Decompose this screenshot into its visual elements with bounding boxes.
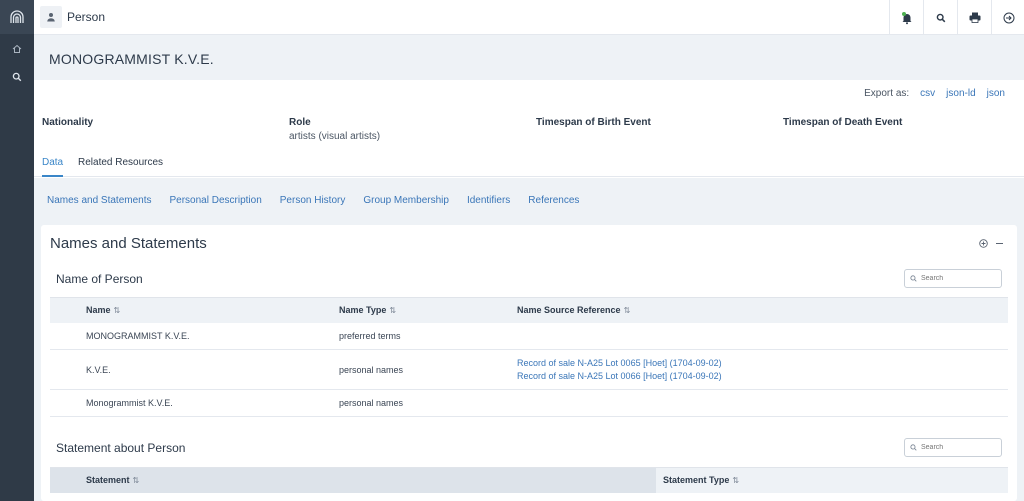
search-icon xyxy=(910,275,917,282)
table-row: MONOGRAMMIST K.V.E. preferred terms xyxy=(50,322,1008,350)
names-table: Name ⇅ Name Type ⇅ Name Source Reference ⇅ … xyxy=(50,297,1008,417)
section-link-group-membership[interactable]: Group Membership xyxy=(363,195,449,206)
section-link-references[interactable]: References xyxy=(528,195,579,206)
person-icon xyxy=(47,13,55,22)
page-title: MONOGRAMMIST K.V.E. xyxy=(49,51,214,67)
col-statement-type[interactable]: Statement Type ⇅ xyxy=(656,467,1008,493)
sign-in-button[interactable] xyxy=(991,0,1024,35)
name-cell: MONOGRAMMIST K.V.E. xyxy=(50,322,303,350)
col-label: Name xyxy=(86,305,111,316)
collapse-button[interactable] xyxy=(993,237,1005,249)
col-label: Name Source Reference xyxy=(517,305,621,316)
name-type-cell: personal names xyxy=(303,389,481,417)
arches-logo-icon xyxy=(10,10,24,23)
search-icon xyxy=(936,13,945,22)
resource-header: MONOGRAMMIST K.V.E. xyxy=(34,35,1024,80)
sort-icon: ⇅ xyxy=(732,476,740,486)
home-nav[interactable] xyxy=(0,40,34,58)
notifications-button[interactable] xyxy=(889,0,923,35)
bell-icon xyxy=(901,11,911,24)
section-link-names-statements[interactable]: Names and Statements xyxy=(47,195,152,206)
left-rail xyxy=(0,0,34,501)
table-row: K.V.E. personal names Record of sale N-A… xyxy=(50,349,1008,390)
field-key: Timespan of Death Event xyxy=(783,117,903,128)
export-jsonld-link[interactable]: json-ld xyxy=(946,88,975,99)
field-nationality: Nationality xyxy=(42,117,93,131)
table-header-row: Name ⇅ Name Type ⇅ Name Source Reference ⇅ xyxy=(50,297,1008,323)
col-name-source-reference[interactable]: Name Source Reference ⇅ xyxy=(481,297,1008,323)
field-birth-timespan: Timespan of Birth Event xyxy=(536,117,651,131)
tab-data[interactable]: Data xyxy=(42,157,64,177)
search-nav[interactable] xyxy=(0,68,34,86)
statements-search-input[interactable] xyxy=(921,444,1001,451)
names-statements-card: Names and Statements Name of Person Sear… xyxy=(41,225,1017,501)
search-icon xyxy=(910,444,917,451)
col-label: Statement Type xyxy=(663,475,730,486)
section-link-identifiers[interactable]: Identifiers xyxy=(467,195,510,206)
expand-button[interactable] xyxy=(977,237,989,249)
source-reference-cell xyxy=(481,389,1008,417)
statement-about-person-title: Statement about Person xyxy=(56,441,186,455)
field-key: Timespan of Birth Event xyxy=(536,117,651,128)
source-reference-cell: Record of sale N-A25 Lot 0065 [Hoet] (17… xyxy=(481,349,1008,390)
col-statement[interactable]: Statement ⇅ xyxy=(50,467,656,493)
statements-search[interactable] xyxy=(904,438,1002,457)
col-name[interactable]: Name ⇅ xyxy=(50,297,303,323)
name-of-person-title: Name of Person xyxy=(56,272,143,286)
card-title: Names and Statements xyxy=(50,235,207,252)
name-type-cell: personal names xyxy=(303,349,481,390)
field-key: Nationality xyxy=(42,117,94,128)
name-cell: Monogrammist K.V.E. xyxy=(50,389,303,417)
sort-icon: ⇅ xyxy=(113,306,121,316)
content-area: Names and Statements Personal Descriptio… xyxy=(34,178,1024,501)
export-label: Export as: xyxy=(864,88,910,99)
plus-circle-icon xyxy=(978,238,988,248)
source-reference-cell xyxy=(481,322,1008,350)
resource-type-label: Person xyxy=(67,10,106,24)
sort-icon: ⇅ xyxy=(623,306,631,316)
field-key: Role xyxy=(289,117,311,128)
resource-tabs: Data Related Resources xyxy=(34,152,1024,177)
col-name-type[interactable]: Name Type ⇅ xyxy=(303,297,481,323)
export-csv-link[interactable]: csv xyxy=(920,88,935,99)
section-link-personal-description[interactable]: Personal Description xyxy=(170,195,262,206)
print-icon xyxy=(969,12,980,23)
col-label: Name Type xyxy=(339,305,387,316)
section-nav: Names and Statements Personal Descriptio… xyxy=(47,195,579,206)
source-reference-link[interactable]: Record of sale N-A25 Lot 0065 [Hoet] (17… xyxy=(517,357,1008,370)
home-icon xyxy=(12,44,22,53)
statements-table: Statement ⇅ Statement Type ⇅ xyxy=(50,467,1008,493)
col-label: Statement xyxy=(86,475,130,486)
name-cell: K.V.E. xyxy=(50,349,303,390)
names-search[interactable] xyxy=(904,269,1002,288)
print-button[interactable] xyxy=(957,0,991,35)
field-death-timespan: Timespan of Death Event xyxy=(783,117,902,131)
sort-icon: ⇅ xyxy=(132,476,140,486)
top-bar: Person xyxy=(34,0,1024,35)
person-type-badge xyxy=(40,6,62,28)
search-icon xyxy=(12,72,22,82)
table-row: Monogrammist K.V.E. personal names xyxy=(50,389,1008,417)
tab-related-resources[interactable]: Related Resources xyxy=(78,157,163,175)
export-json-link[interactable]: json xyxy=(987,88,1005,99)
name-type-cell: preferred terms xyxy=(303,322,481,350)
field-value: artists (visual artists) xyxy=(289,131,381,142)
sort-icon: ⇅ xyxy=(389,306,397,316)
search-button[interactable] xyxy=(923,0,957,35)
sign-in-icon xyxy=(1003,12,1014,23)
export-bar: Export as: csv json-ld json xyxy=(864,88,1005,99)
minus-icon xyxy=(995,242,1003,244)
app-logo[interactable] xyxy=(0,0,34,34)
source-reference-link[interactable]: Record of sale N-A25 Lot 0066 [Hoet] (17… xyxy=(517,370,1008,383)
field-role: Role artists (visual artists) xyxy=(289,117,380,142)
names-search-input[interactable] xyxy=(921,275,1001,282)
section-link-person-history[interactable]: Person History xyxy=(280,195,346,206)
table-header-row: Statement ⇅ Statement Type ⇅ xyxy=(50,467,1008,493)
